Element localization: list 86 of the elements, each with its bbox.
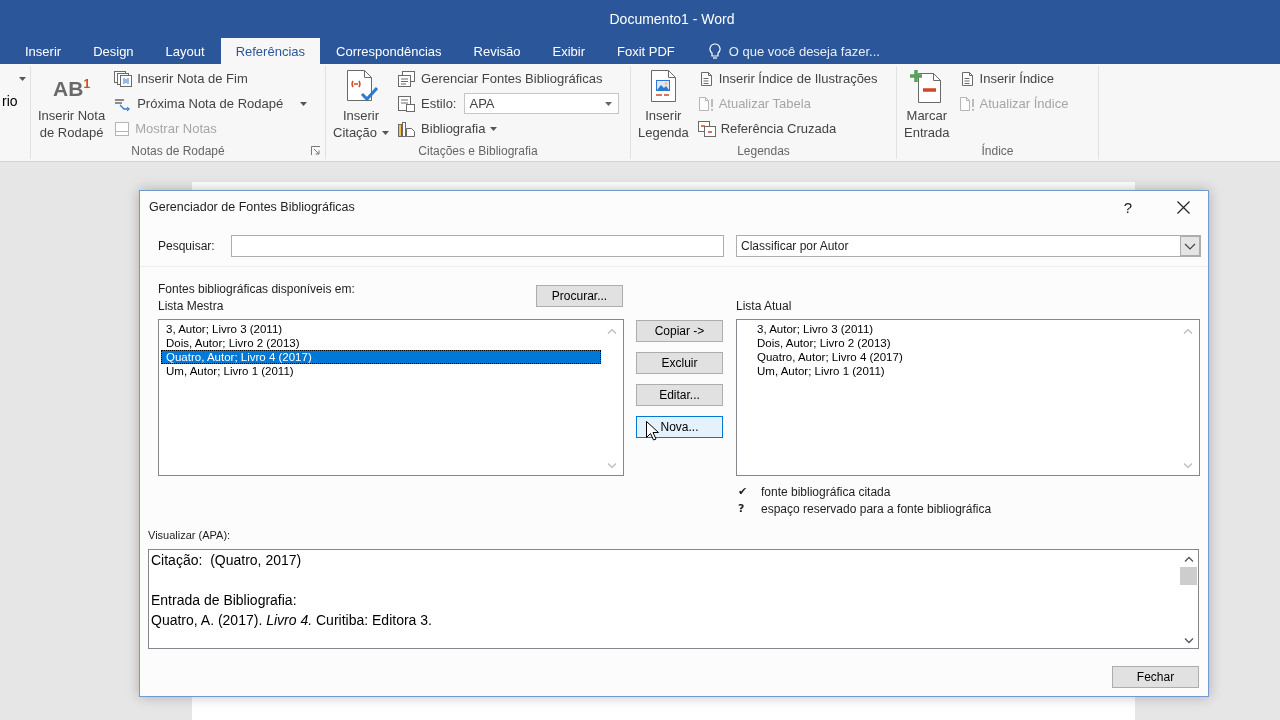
list-item[interactable]: Dois, Autor; Livro 2 (2013)	[161, 336, 601, 350]
tell-me-search[interactable]: O que você deseja fazer...	[728, 43, 880, 59]
scroll-up-icon	[1183, 328, 1193, 334]
browse-button[interactable]: Procurar...	[536, 285, 623, 307]
ribbon-tab[interactable]: Design	[77, 38, 150, 64]
scroll-down-icon	[607, 463, 617, 469]
close-icon	[1176, 200, 1190, 214]
lightbulb-icon	[708, 42, 721, 60]
ribbon-large-button[interactable]: Inserir Citação	[330, 66, 393, 142]
help-button[interactable]: ?	[1113, 193, 1143, 221]
mouse-pointer-icon	[646, 421, 659, 441]
ribbon-large-button[interactable]: Inserir Legenda	[635, 66, 692, 142]
list-item[interactable]: Um, Autor; Livro 1 (2011)	[739, 364, 1177, 378]
stacked-pages-icon	[398, 70, 417, 87]
ribbon-button[interactable]: Inserir Nota de Fim	[112, 66, 310, 91]
ribbon-button[interactable]: Referência Cruzada	[695, 116, 880, 141]
legend-symbol: ✔	[737, 485, 749, 498]
page-plus-minus-icon	[909, 68, 944, 104]
ribbon-button[interactable]: Próxima Nota de Rodapé	[112, 91, 310, 116]
action-button[interactable]: Excluir	[636, 352, 723, 374]
page-lines-icon	[398, 95, 417, 112]
list-item[interactable]: Quatro, Autor; Livro 4 (2017)	[161, 350, 601, 364]
ribbon-tab[interactable]: Referências	[220, 38, 320, 64]
ribbon-large-button[interactable]: Marcar Entrada	[901, 66, 953, 142]
list-item[interactable]: Quatro, Autor; Livro 4 (2017)	[739, 350, 1177, 364]
group-label: Legendas	[737, 143, 790, 158]
group-label: Notas de Rodapé	[131, 143, 225, 158]
linked-boxes-icon	[697, 120, 716, 137]
scroll-down-icon	[1183, 638, 1194, 644]
books-icon	[398, 120, 417, 137]
page-icon	[114, 120, 131, 137]
list-item[interactable]: Um, Autor; Livro 1 (2011)	[161, 364, 601, 378]
master-list-label: Lista Mestra	[158, 298, 225, 315]
list-item[interactable]: Dois, Autor; Livro 2 (2013)	[739, 336, 1177, 350]
action-button[interactable]: Editar...	[636, 384, 723, 406]
sort-dropdown[interactable]: Classificar por Autor	[736, 235, 1201, 257]
caret-icon	[605, 101, 613, 106]
action-button[interactable]: Nova...	[636, 416, 723, 438]
legend-text: fonte bibliográfica citada	[761, 484, 891, 499]
style-dropdown[interactable]: APA	[464, 93, 620, 114]
ribbon-tab[interactable]: Correspondências	[320, 38, 458, 64]
list-item[interactable]: 3, Autor; Livro 3 (2011)	[739, 322, 1177, 336]
caret-icon	[300, 101, 308, 106]
preview-label: Visualizar (APA):	[148, 529, 232, 542]
ribbon-button[interactable]: Bibliografia	[396, 116, 622, 141]
ribbon-button[interactable]: Inserir Índice de Ilustrações	[695, 66, 880, 91]
list-item[interactable]: 3, Autor; Livro 3 (2011)	[161, 322, 601, 336]
ribbon-tab[interactable]: Layout	[149, 38, 221, 64]
ribbon-button-label[interactable]: rio	[0, 91, 18, 111]
action-button[interactable]: Copiar ->	[636, 320, 723, 342]
ribbon-button[interactable]: Gerenciar Fontes Bibliográficas	[396, 66, 622, 91]
page-picture-icon	[648, 69, 679, 103]
stacked-pages-icon	[114, 70, 133, 87]
page-exclamation-icon	[697, 95, 714, 112]
footnote-icon: AB$^{1}$	[53, 71, 91, 101]
page-check-icon	[344, 69, 379, 103]
dialog-title: Gerenciador de Fontes Bibliográficas	[149, 200, 356, 214]
search-field[interactable]	[231, 235, 724, 257]
chevron-down-icon	[1180, 236, 1200, 256]
legend-text: espaço reservado para a fonte bibliográfica	[761, 501, 992, 516]
scroll-down-icon	[1183, 463, 1193, 469]
style-label: Estilo:	[421, 96, 457, 111]
scroll-up-icon	[1183, 556, 1194, 562]
close-dialog-button[interactable]: Fechar	[1112, 666, 1199, 688]
preview-line: Entrada de Bibliografia:	[151, 591, 298, 610]
window-title: Documento1 - Word	[609, 11, 735, 27]
ribbon-tab[interactable]: Foxit PDF	[601, 38, 691, 64]
caret-icon	[490, 126, 498, 131]
current-list-label: Lista Atual	[736, 299, 792, 313]
preview-line: Quatro, A. (2017). Livro 4. Curitiba: Editora 3.	[151, 611, 433, 630]
ribbon-tab[interactable]: Exibir	[536, 38, 601, 64]
scroll-up-icon	[607, 328, 617, 334]
legend-symbol: ?	[737, 502, 746, 515]
ribbon-large-button[interactable]: AB$^{1}$ Inserir Nota de Rodapé	[35, 66, 109, 142]
ribbon-button[interactable]: Inserir Índice	[956, 66, 1071, 91]
caret-icon	[19, 76, 26, 81]
preview-line: Citação: (Quatro, 2017)	[151, 551, 303, 570]
sources-label: Fontes bibliográficas disponíveis em:	[158, 281, 355, 298]
group-label: Índice	[981, 143, 1014, 158]
search-label: Pesquisar:	[158, 239, 216, 253]
group-label: Citações e Bibliografia	[418, 143, 538, 158]
ribbon-tab[interactable]: Inserir	[9, 38, 78, 64]
scrollbar-thumb[interactable]	[1180, 567, 1197, 585]
page-exclamation-icon	[958, 95, 975, 112]
ribbon-tab[interactable]: Revisão	[457, 38, 537, 64]
caret-icon	[382, 130, 390, 135]
